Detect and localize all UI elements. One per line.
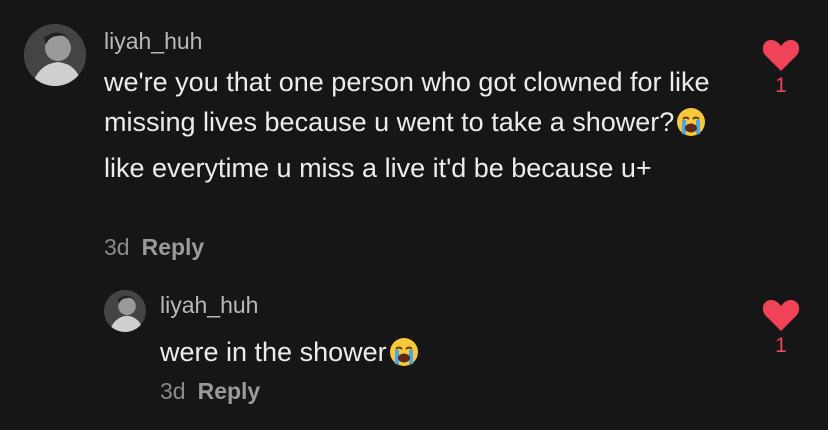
comment-meta: 3d Reply xyxy=(104,234,204,261)
comment-username[interactable]: liyah_huh xyxy=(160,292,258,319)
comment-timestamp: 3d xyxy=(160,378,186,404)
comment-text-part: we're you that one person who got clowne… xyxy=(104,67,710,137)
comment-text: were in the shower xyxy=(160,332,720,378)
like-count: 1 xyxy=(775,74,787,97)
comment-text: we're you that one person who got clowne… xyxy=(104,62,724,188)
comment-timestamp: 3d xyxy=(104,234,130,260)
heart-icon xyxy=(762,300,800,331)
loudly-crying-face-icon xyxy=(676,107,706,148)
loudly-crying-face-icon xyxy=(389,337,419,378)
heart-icon xyxy=(762,40,800,71)
reply-comment: liyah_huh were in the shower 3d Reply 1 xyxy=(0,270,828,430)
like-button[interactable]: 1 xyxy=(759,298,803,358)
avatar[interactable] xyxy=(24,24,86,86)
comment: liyah_huh we're you that one person who … xyxy=(0,0,828,270)
reply-button[interactable]: Reply xyxy=(142,234,205,260)
avatar[interactable] xyxy=(104,290,146,332)
like-button[interactable]: 1 xyxy=(759,38,803,98)
like-count: 1 xyxy=(775,334,787,357)
comment-username[interactable]: liyah_huh xyxy=(104,28,202,55)
comment-text-part: like everytime u miss a live it'd be bec… xyxy=(104,153,652,183)
comment-meta: 3d Reply xyxy=(160,378,260,405)
comment-text-part: were in the shower xyxy=(160,337,387,367)
reply-button[interactable]: Reply xyxy=(198,378,261,404)
